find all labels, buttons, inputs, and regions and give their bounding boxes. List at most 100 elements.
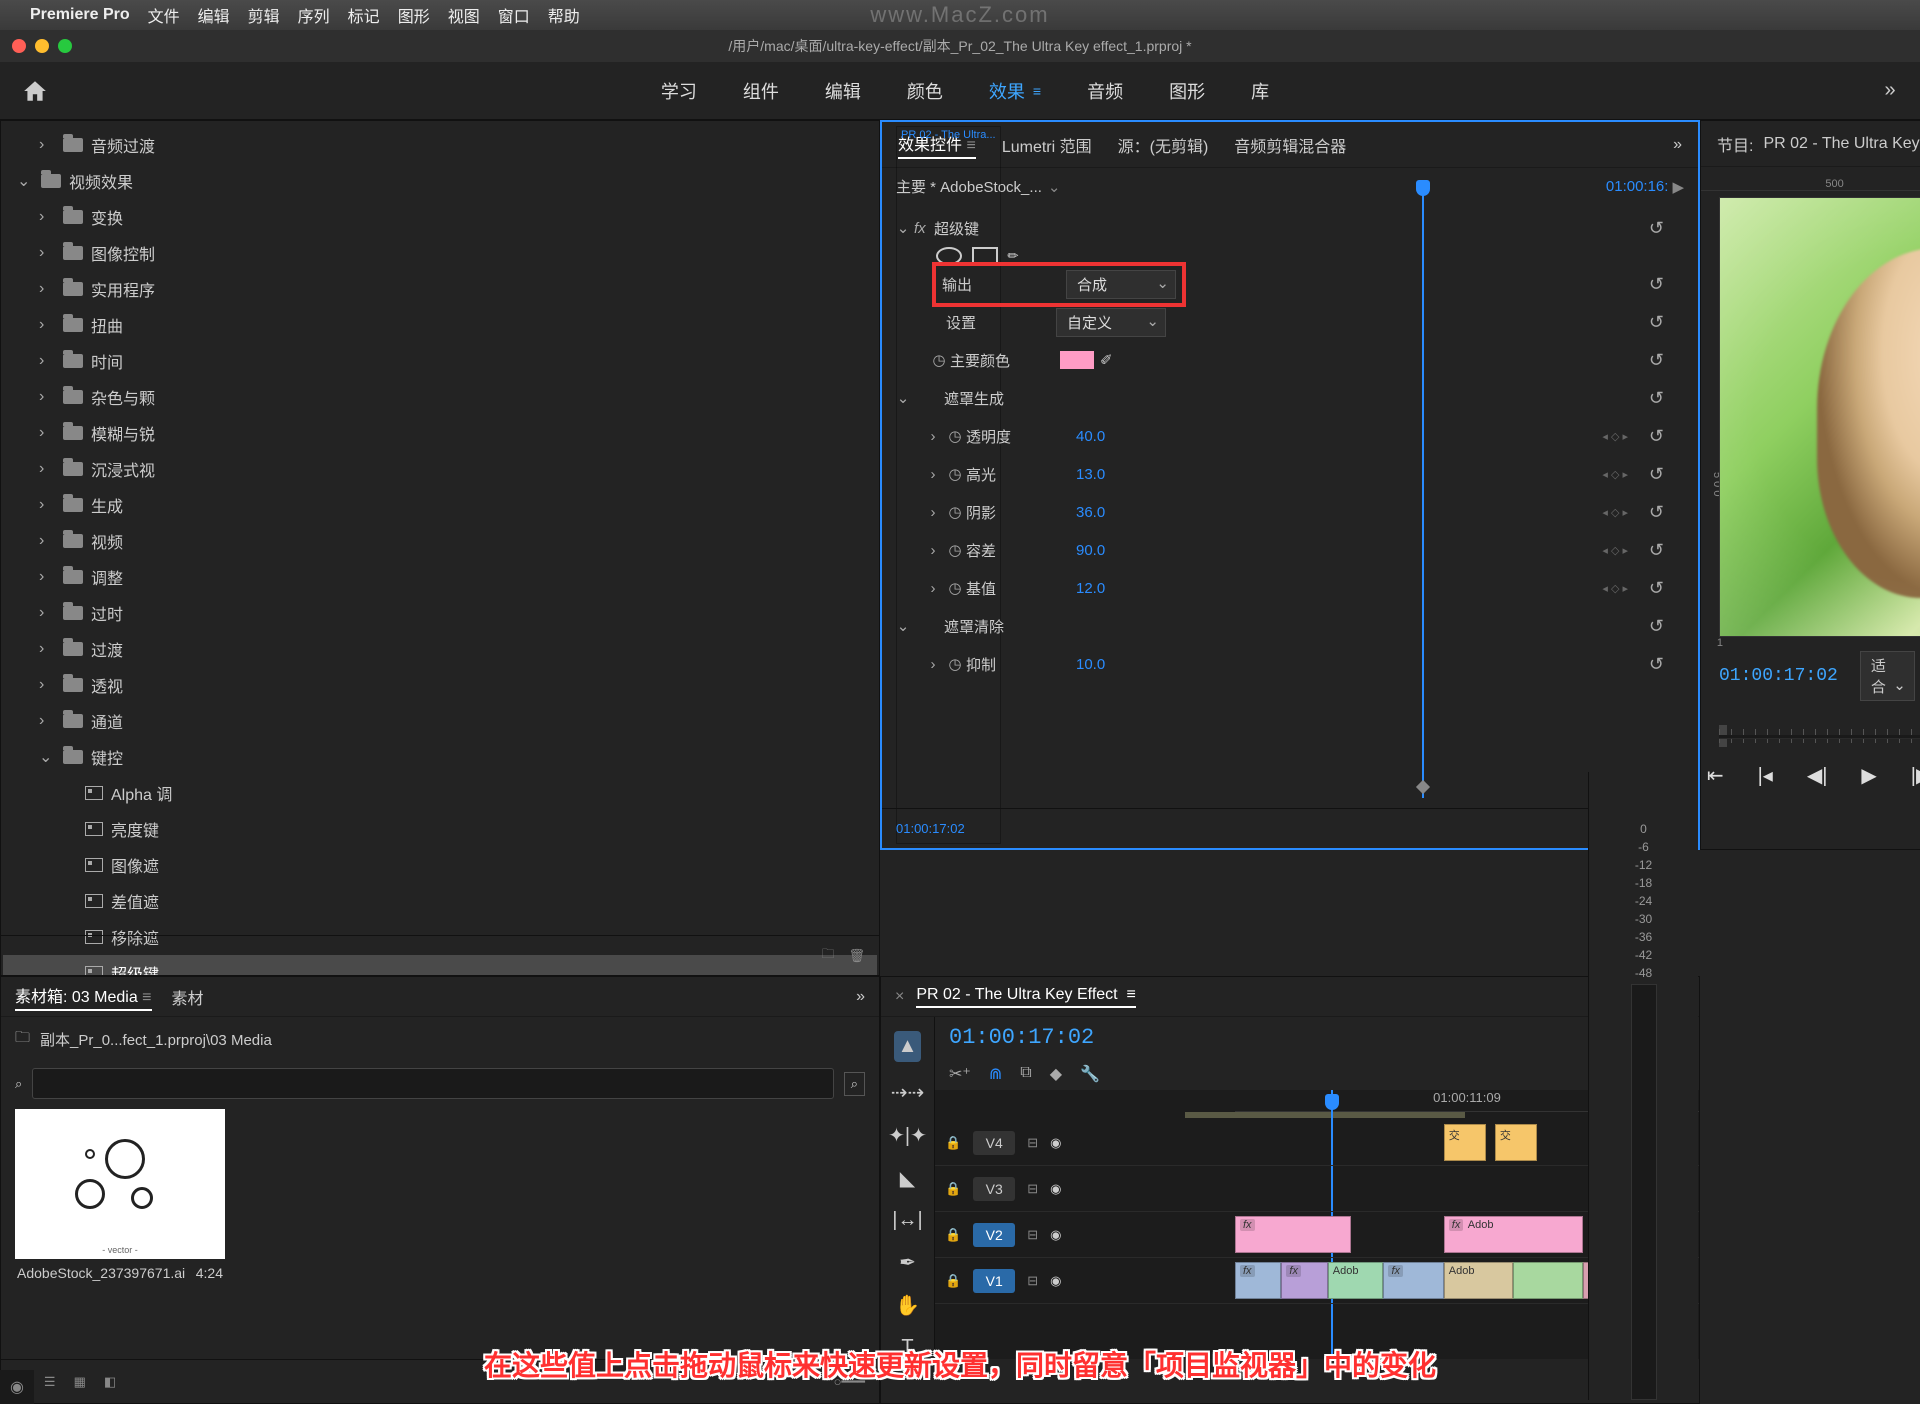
fx-badge[interactable]: fx xyxy=(914,220,934,237)
search-filter-icon[interactable]: ⌕ xyxy=(844,1072,865,1096)
effects-item[interactable]: ⌄视频效果 xyxy=(3,163,877,199)
track-visibility-icon[interactable]: ◉ xyxy=(1050,1227,1061,1243)
track-header[interactable]: 🔒V4⊟◉ xyxy=(935,1131,1235,1155)
ripple-tool[interactable]: ✦|✦ xyxy=(888,1123,927,1148)
effects-item[interactable]: ›实用程序 xyxy=(3,271,877,307)
close-button[interactable] xyxy=(12,39,26,53)
param-value[interactable]: 13.0 xyxy=(1076,466,1146,483)
collapse-matte-clean[interactable]: ⌄ xyxy=(892,617,914,635)
reset-param[interactable]: ↺ xyxy=(1649,426,1664,447)
chevron-icon[interactable]: › xyxy=(39,244,55,262)
keyframe-diamond[interactable] xyxy=(1416,780,1430,794)
reset-matteclean[interactable]: ↺ xyxy=(1649,616,1664,637)
lock-icon[interactable]: 🔒 xyxy=(945,1273,961,1289)
effects-item[interactable]: ›过渡 xyxy=(3,631,877,667)
program-canvas[interactable] xyxy=(1719,197,1920,637)
track-name[interactable]: V1 xyxy=(973,1269,1015,1293)
reset-param[interactable]: ↺ xyxy=(1649,464,1664,485)
timeline-clip[interactable]: 交 xyxy=(1444,1124,1486,1161)
reset-mattegen[interactable]: ↺ xyxy=(1649,388,1664,409)
param-value[interactable]: 36.0 xyxy=(1076,504,1146,521)
tab-audio-mixer[interactable]: 音频剪辑混合器 xyxy=(1234,133,1346,157)
workspace-tab-4[interactable]: 效果≡ xyxy=(989,78,1041,104)
track-select-tool[interactable]: ⇢⇢ xyxy=(891,1080,925,1105)
setting-dropdown[interactable]: 自定义 xyxy=(1056,308,1166,337)
mark-in-icon[interactable]: ⇤ xyxy=(1707,763,1724,792)
tabs-overflow[interactable]: » xyxy=(856,988,865,1006)
timeline-timecode[interactable]: 01:00:17:02 xyxy=(949,1025,1094,1050)
eyedropper-icon[interactable]: ✐ xyxy=(1100,351,1113,369)
collapse-matte-gen[interactable]: ⌄ xyxy=(892,389,914,407)
output-dropdown[interactable]: 合成 xyxy=(1066,270,1176,299)
expand-param[interactable]: › xyxy=(922,428,944,445)
track-header[interactable]: 🔒V3⊟◉ xyxy=(935,1177,1235,1201)
effects-item[interactable]: ›视频 xyxy=(3,523,877,559)
reset-param[interactable]: ↺ xyxy=(1649,540,1664,561)
workspace-tab-6[interactable]: 图形 xyxy=(1169,78,1205,104)
chevron-icon[interactable]: › xyxy=(39,712,55,730)
expand-param[interactable]: › xyxy=(922,466,944,483)
effects-item[interactable]: ⌄键控 xyxy=(3,739,877,775)
project-path[interactable]: 副本_Pr_0...fect_1.prproj\03 Media xyxy=(40,1029,272,1050)
chevron-icon[interactable]: › xyxy=(39,604,55,622)
timeline-clip[interactable]: Adob xyxy=(1328,1262,1384,1299)
creative-cloud-icon[interactable]: ◉ xyxy=(0,1370,34,1404)
effects-item[interactable]: ›调整 xyxy=(3,559,877,595)
effects-item[interactable]: ›杂色与颗 xyxy=(3,379,877,415)
chevron-icon[interactable]: › xyxy=(39,424,55,442)
track-fx-icon[interactable]: ⊟ xyxy=(1027,1227,1038,1243)
keyframe-nav[interactable]: ◂ ◇ ▸ xyxy=(1602,468,1628,481)
param-value[interactable]: 40.0 xyxy=(1076,428,1146,445)
menu-window[interactable]: 窗口 xyxy=(498,3,530,27)
track-fx-icon[interactable]: ⊟ xyxy=(1027,1135,1038,1151)
lock-icon[interactable]: 🔒 xyxy=(945,1227,961,1243)
chevron-icon[interactable]: ⌄ xyxy=(17,171,33,191)
reset-output[interactable]: ↺ xyxy=(1649,274,1664,295)
menu-sequence[interactable]: 序列 xyxy=(298,3,330,27)
workspace-tab-7[interactable]: 库 xyxy=(1251,78,1269,104)
tabs-overflow[interactable]: » xyxy=(1673,136,1682,154)
snap-icon[interactable]: ✂⁺ xyxy=(949,1064,971,1084)
chevron-icon[interactable]: › xyxy=(39,496,55,514)
reset-setting[interactable]: ↺ xyxy=(1649,312,1664,333)
reset-param[interactable]: ↺ xyxy=(1649,502,1664,523)
effects-item[interactable]: ›扭曲 xyxy=(3,307,877,343)
stopwatch-icon[interactable]: ◷ xyxy=(944,465,966,483)
reset-suppress[interactable]: ↺ xyxy=(1649,654,1664,675)
effects-item[interactable]: ›变换 xyxy=(3,199,877,235)
marker-icon[interactable]: ◆ xyxy=(1050,1064,1062,1084)
zoom-dropdown[interactable]: 适合 xyxy=(1860,651,1915,701)
razor-tool[interactable]: ◣ xyxy=(900,1166,915,1191)
chevron-icon[interactable]: › xyxy=(39,388,55,406)
timeline-clip[interactable]: fx xyxy=(1235,1262,1281,1299)
track-name[interactable]: V2 xyxy=(973,1223,1015,1247)
media-thumbnail[interactable]: - vector - AdobeStock_237397671.ai 4:24 xyxy=(15,1109,225,1287)
track-fx-icon[interactable]: ⊟ xyxy=(1027,1181,1038,1197)
effects-item[interactable]: 差值遮 xyxy=(3,883,877,919)
keyframe-nav[interactable]: ◂ ◇ ▸ xyxy=(1602,506,1628,519)
effects-item[interactable]: ›过时 xyxy=(3,595,877,631)
reset-param[interactable]: ↺ xyxy=(1649,578,1664,599)
freeform-view-icon[interactable]: ◧ xyxy=(104,1374,116,1390)
bin-icon[interactable]: 🗀 xyxy=(15,1027,30,1052)
go-to-in-icon[interactable]: |◂ xyxy=(1758,763,1773,792)
effects-item[interactable]: ›模糊与锐 xyxy=(3,415,877,451)
chevron-icon[interactable]: ⌄ xyxy=(39,747,55,767)
expand-param[interactable]: › xyxy=(922,580,944,597)
chevron-icon[interactable]: › xyxy=(39,316,55,334)
track-name[interactable]: V3 xyxy=(973,1177,1015,1201)
stopwatch-icon[interactable]: ◷ xyxy=(944,541,966,559)
effects-item[interactable]: 图像遮 xyxy=(3,847,877,883)
work-area[interactable] xyxy=(1185,1112,1465,1118)
chevron-icon[interactable]: › xyxy=(39,568,55,586)
effects-item[interactable]: ›沉浸式视 xyxy=(3,451,877,487)
timeline-tab[interactable]: PR 02 - The Ultra Key Effect ≡ xyxy=(916,986,1136,1008)
timeline-clip[interactable]: fx xyxy=(1383,1262,1443,1299)
key-color-swatch[interactable] xyxy=(1060,351,1094,369)
menu-view[interactable]: 视图 xyxy=(448,3,480,27)
reset-keycolor[interactable]: ↺ xyxy=(1649,350,1664,371)
trash-icon[interactable]: 🗑 xyxy=(848,948,865,964)
effects-item[interactable]: ›透视 xyxy=(3,667,877,703)
chevron-icon[interactable]: › xyxy=(39,280,55,298)
mini-playhead[interactable] xyxy=(1422,182,1424,798)
